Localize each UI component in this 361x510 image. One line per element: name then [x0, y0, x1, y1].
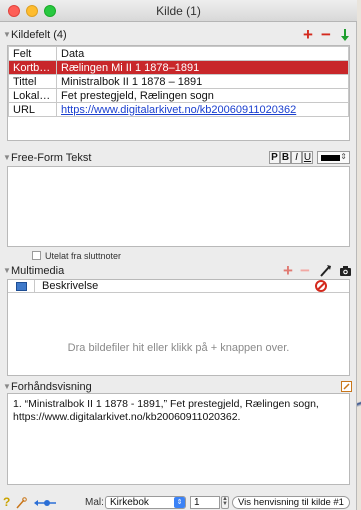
stepper-arrows-icon: ⇕ — [340, 152, 347, 161]
column-divider — [34, 280, 35, 293]
popup-arrows-icon: ⇕ — [174, 497, 185, 508]
preview-panel: 1. “Ministralbok II 1 1878 - 1891,” Fet … — [7, 393, 350, 485]
freeform-header: ▼ Free-Form Tekst P B I U ⇕ — [0, 151, 357, 167]
link-slider-icon[interactable] — [34, 498, 60, 508]
template-select[interactable]: Kirkebok ⇕ — [105, 496, 186, 509]
multimedia-label: Multimedia — [11, 265, 65, 277]
kildefelt-table: Felt Data Kortbes... Rælingen Mi II 1 18… — [8, 46, 349, 117]
preview-label: Forhåndsvisning — [11, 381, 92, 393]
field-name-cell[interactable]: Lokalitet — [8, 88, 57, 103]
title-bar: Kilde (1) — [0, 0, 357, 22]
move-down-arrow-icon[interactable] — [340, 28, 350, 42]
exclude-endnotes-label: Utelat fra sluttnoter — [45, 251, 122, 261]
kildefelt-table-panel: Felt Data Kortbes... Rælingen Mi II 1 18… — [7, 45, 350, 141]
table-row[interactable]: URL https://www.digitalarkivet.no/kb2006… — [8, 102, 349, 117]
field-name-cell[interactable]: URL — [8, 102, 57, 117]
remove-field-button[interactable]: − — [321, 26, 331, 43]
disclosure-triangle-icon[interactable]: ▼ — [3, 266, 11, 275]
plain-text-button[interactable]: P — [269, 151, 280, 164]
table-row[interactable]: Lokalitet Fet prestegjeld, Rælingen sogn — [8, 88, 349, 103]
window-title: Kilde (1) — [156, 4, 201, 18]
field-name-cell[interactable]: Tittel — [8, 74, 57, 89]
italic-button[interactable]: I — [291, 151, 302, 164]
table-header-row: Felt Data — [8, 46, 349, 61]
field-value-cell[interactable]: Ministralbok II 1 1878 – 1891 — [56, 74, 349, 89]
number-stepper[interactable]: ▲ ▼ — [221, 496, 229, 509]
template-label: Mal: — [85, 497, 104, 508]
kildefelt-label: Kildefelt (4) — [11, 29, 67, 41]
field-value-cell[interactable]: Fet prestegjeld, Rælingen sogn — [56, 88, 349, 103]
field-value-cell[interactable]: Rælingen Mi II 1 1878–1891 — [56, 60, 349, 75]
exclude-endnotes-row[interactable]: Utelat fra sluttnoter — [32, 251, 121, 261]
template-select-value: Kirkebok — [110, 497, 149, 508]
help-button[interactable]: ? — [3, 495, 10, 509]
edit-note-icon[interactable] — [341, 381, 352, 392]
column-header-data[interactable]: Data — [56, 46, 349, 61]
exclude-endnotes-checkbox[interactable] — [32, 251, 41, 260]
field-name-cell[interactable]: Kortbes... — [8, 60, 57, 75]
multimedia-table-header: Beskrivelse — [8, 280, 349, 293]
freeform-text-area[interactable] — [7, 166, 350, 247]
prohibited-icon — [315, 280, 327, 292]
color-swatch — [321, 155, 340, 161]
camera-icon[interactable] — [339, 265, 352, 277]
column-header-felt[interactable]: Felt — [8, 46, 57, 61]
kildefelt-header: ▼ Kildefelt (4) + − — [0, 26, 357, 44]
multimedia-header: ▼ Multimedia + − — [0, 262, 357, 280]
bold-button[interactable]: B — [280, 151, 291, 164]
table-row[interactable]: Tittel Ministralbok II 1 1878 – 1891 — [8, 74, 349, 89]
media-drop-hint: Dra bildefiler hit eller klikk på + knap… — [67, 342, 290, 354]
text-color-picker[interactable]: ⇕ — [317, 151, 350, 164]
wand-icon[interactable] — [319, 264, 332, 278]
citation-preview-text: 1. “Ministralbok II 1 1878 - 1891,” Fet … — [13, 398, 319, 423]
freeform-label: Free-Form Tekst — [11, 152, 92, 164]
disclosure-triangle-icon[interactable]: ▼ — [3, 153, 11, 162]
add-field-button[interactable]: + — [303, 26, 313, 43]
image-thumbnail-icon — [16, 282, 27, 291]
pin-tool-icon[interactable] — [15, 497, 27, 509]
url-link[interactable]: https://www.digitalarkivet.no/kb20060911… — [56, 102, 349, 117]
background-mark — [357, 390, 361, 420]
multimedia-panel[interactable]: Beskrivelse Dra bildefiler hit eller kli… — [7, 279, 350, 376]
add-media-button[interactable]: + — [283, 262, 293, 279]
view-citation-button[interactable]: Vis henvisning til kilde #1 — [232, 496, 350, 509]
bottom-toolbar: ? Mal: Kirkebok ⇕ 1 ▲ ▼ Vis henvisning ti… — [0, 495, 357, 510]
column-header-beskrivelse[interactable]: Beskrivelse — [42, 280, 98, 292]
disclosure-triangle-icon[interactable]: ▼ — [3, 30, 11, 39]
background-desktop — [357, 0, 361, 510]
source-window: Kilde (1) ▼ Kildefelt (4) + − Felt Data … — [0, 0, 357, 510]
table-row[interactable]: Kortbes... Rælingen Mi II 1 1878–1891 — [8, 60, 349, 75]
underline-button[interactable]: U — [302, 151, 313, 164]
disclosure-triangle-icon[interactable]: ▼ — [3, 382, 11, 391]
number-field[interactable]: 1 — [190, 496, 220, 509]
remove-media-button[interactable]: − — [300, 262, 310, 279]
